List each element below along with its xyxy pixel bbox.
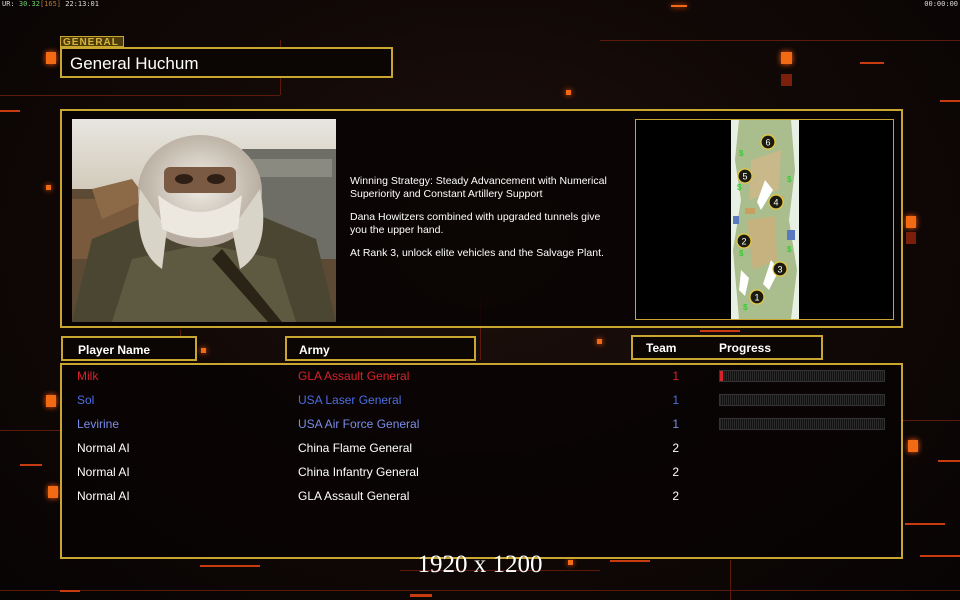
player-army: USA Air Force General <box>298 417 420 431</box>
svg-text:$: $ <box>739 149 744 158</box>
svg-text:1: 1 <box>754 293 759 303</box>
start-position-2: 2 <box>736 233 752 249</box>
svg-text:6: 6 <box>765 138 770 148</box>
svg-text:$: $ <box>787 175 792 184</box>
player-team: 2 <box>672 465 679 479</box>
map-thumbnail: 6 5 4 2 3 1 $ $ $ $ $ $ <box>731 120 799 319</box>
svg-text:3: 3 <box>777 265 782 275</box>
player-team: 1 <box>672 417 679 431</box>
start-position-1: 1 <box>749 289 765 305</box>
player-army: USA Laser General <box>298 393 402 407</box>
player-army: China Infantry General <box>298 465 419 479</box>
start-position-5: 5 <box>737 168 753 184</box>
strategy-text: Winning Strategy: Steady Advancement wit… <box>350 175 607 200</box>
header-progress-label[interactable]: Progress <box>719 341 771 355</box>
map-preview: 6 5 4 2 3 1 $ $ $ $ $ $ <box>635 119 894 320</box>
header-player-name-label: Player Name <box>78 343 151 357</box>
header-team-label[interactable]: Team <box>646 341 676 355</box>
player-row[interactable]: Normal AI GLA Assault General 2 <box>62 486 901 506</box>
load-progress-bar <box>719 394 885 406</box>
general-name-box: General Huchum <box>60 47 393 78</box>
player-row[interactable]: Normal AI China Infantry General 2 <box>62 462 901 482</box>
player-row[interactable]: Sol USA Laser General 1 <box>62 390 901 410</box>
svg-text:$: $ <box>787 245 792 254</box>
start-position-3: 3 <box>772 261 788 277</box>
start-position-6: 6 <box>760 134 776 150</box>
header-army-label: Army <box>299 343 330 357</box>
resolution-caption: 1920 x 1200 <box>417 551 543 578</box>
player-name: Milk <box>77 369 99 383</box>
svg-text:5: 5 <box>742 172 747 182</box>
svg-text:$: $ <box>737 183 742 192</box>
status-timer: 00:00:00 <box>924 0 958 8</box>
svg-text:$: $ <box>743 303 748 312</box>
header-player-name[interactable]: Player Name <box>61 336 197 361</box>
load-progress-bar <box>719 370 885 382</box>
player-name: Normal AI <box>77 465 130 479</box>
player-row[interactable]: Milk GLA Assault General 1 <box>62 366 901 386</box>
player-team: 1 <box>672 369 679 383</box>
start-position-4: 4 <box>768 194 784 210</box>
general-name: General Huchum <box>70 54 199 73</box>
map-terrain: 6 5 4 2 3 1 $ $ $ $ $ $ <box>731 120 799 319</box>
player-name: Normal AI <box>77 489 130 503</box>
status-prefix: UR: <box>2 0 15 8</box>
player-name: Sol <box>77 393 95 407</box>
player-army: GLA Assault General <box>298 369 410 383</box>
svg-text:4: 4 <box>773 198 778 208</box>
player-row[interactable]: Levirine USA Air Force General 1 <box>62 414 901 434</box>
status-clock: 22:13:01 <box>65 0 99 8</box>
header-team-progress: Team Progress <box>631 335 823 360</box>
general-portrait <box>72 119 336 322</box>
player-name: Levirine <box>77 417 120 431</box>
briefing-panel: Winning Strategy: Steady Advancement wit… <box>60 109 903 328</box>
load-progress-bar <box>719 418 885 430</box>
player-name: Normal AI <box>77 441 130 455</box>
player-team: 2 <box>672 489 679 503</box>
general-tag: GENERAL <box>60 36 124 48</box>
strategy-description: Winning Strategy: Steady Advancement wit… <box>350 175 640 270</box>
status-bracket: [165] <box>39 0 62 8</box>
player-army: China Flame General <box>298 441 413 455</box>
svg-text:2: 2 <box>741 237 746 247</box>
player-row[interactable]: Normal AI China Flame General 2 <box>62 438 901 458</box>
tip-text-2: At Rank 3, unlock elite vehicles and the… <box>350 247 604 259</box>
header-army[interactable]: Army <box>285 336 476 361</box>
player-team: 1 <box>672 393 679 407</box>
player-army: GLA Assault General <box>298 489 410 503</box>
tip-text-1: Dana Howitzers combined with upgraded tu… <box>350 211 601 236</box>
portrait-image <box>72 119 336 322</box>
load-progress-fill <box>720 371 724 381</box>
status-fps: 30.32 <box>18 0 40 8</box>
player-team: 2 <box>672 441 679 455</box>
status-readout-left: UR: 30.32[165] 22:13:01 <box>2 0 99 8</box>
svg-text:$: $ <box>739 249 744 258</box>
player-table: Milk GLA Assault General 1 Sol USA Laser Gen… <box>60 363 903 559</box>
